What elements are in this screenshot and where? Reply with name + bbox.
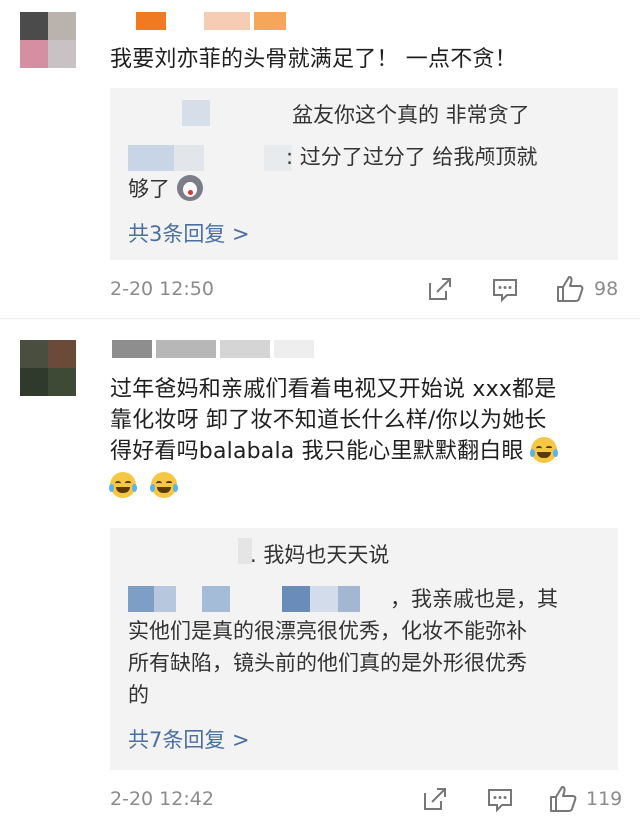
reply-username-blurred[interactable]: [128, 586, 360, 612]
comment-footer: 2-20 12:42 119: [110, 784, 623, 816]
more-replies-link[interactable]: 共7条回复 >: [128, 724, 250, 754]
reply-text: 实他们是真的很漂亮很优秀，化妆不能弥补: [128, 619, 527, 643]
reply-text: 所有缺陷，镜头前的他们真的是外形很优秀: [128, 651, 527, 675]
reply-text: . 我妈也天天说: [250, 543, 390, 567]
like-icon[interactable]: [555, 274, 585, 304]
reply-username-blurred[interactable]: [128, 145, 292, 171]
reply-text: 盆友你这个真的 非常贪了: [292, 103, 530, 127]
comment-text-line: 得好看吗balabala 我只能心里默默翻白眼: [110, 439, 524, 464]
comment-text-line: 靠化妆呀 卸了妆不知道长什么样/你以为她长: [110, 408, 547, 433]
like-count: 119: [586, 788, 623, 810]
avatar[interactable]: [20, 12, 76, 68]
reply-text: ，我亲戚也是，其: [390, 587, 558, 611]
comment-text-line: 过年爸妈和亲戚们看着电视又开始说 xxx都是: [110, 377, 557, 402]
reply-text: : 过分了过分了 给我颅顶就: [286, 145, 538, 169]
reply-text: 够了: [128, 177, 170, 201]
comment-text: 过年爸妈和亲戚们看着电视又开始说 xxx都是 靠化妆呀 卸了妆不知道长什么样/你…: [109, 374, 625, 502]
emoji-row: [109, 471, 625, 502]
comment-item: 我要刘亦菲的头骨就满足了！ 一点不贪！ 盆友你这个真的 非常贪了 : 过分了过分…: [0, 0, 640, 318]
comment-icon[interactable]: [490, 274, 520, 304]
comment-text-line-last: 得好看吗balabala 我只能心里默默翻白眼: [110, 436, 625, 467]
share-icon[interactable]: [420, 784, 450, 814]
laugh-cry-icon: [150, 472, 179, 498]
timestamp: 2-20 12:42: [110, 788, 214, 810]
comment-footer: 2-20 12:50 98: [110, 274, 620, 306]
reply-box[interactable]: 盆友你这个真的 非常贪了 : 过分了过分了 给我颅顶就 够了 共3条回复 >: [110, 88, 618, 260]
reply-username-blurred[interactable]: [182, 100, 210, 126]
username-blurred[interactable]: [112, 12, 286, 30]
timestamp: 2-20 12:50: [110, 278, 214, 300]
more-replies-link[interactable]: 共3条回复 >: [128, 218, 250, 248]
like-icon[interactable]: [548, 784, 578, 814]
laugh-cry-icon: [529, 437, 558, 463]
comment-item: 过年爸妈和亲戚们看着电视又开始说 xxx都是 靠化妆呀 卸了妆不知道长什么样/你…: [0, 318, 640, 824]
husky-icon: [176, 175, 203, 201]
laugh-cry-icon: [109, 472, 137, 498]
reply-text-cont: 够了: [128, 174, 203, 204]
like-count: 98: [594, 278, 619, 300]
reply-box[interactable]: . 我妈也天天说 ，我亲戚也是，其 实他们是真的很漂亮很优秀，化妆不能弥补 所有…: [110, 528, 618, 770]
avatar[interactable]: [20, 340, 76, 396]
comment-text: 我要刘亦菲的头骨就满足了！ 一点不贪！: [110, 47, 517, 72]
reply-text: 的: [128, 683, 149, 707]
comment-icon[interactable]: [485, 784, 515, 814]
username-blurred[interactable]: [112, 340, 314, 358]
share-icon[interactable]: [425, 274, 455, 304]
